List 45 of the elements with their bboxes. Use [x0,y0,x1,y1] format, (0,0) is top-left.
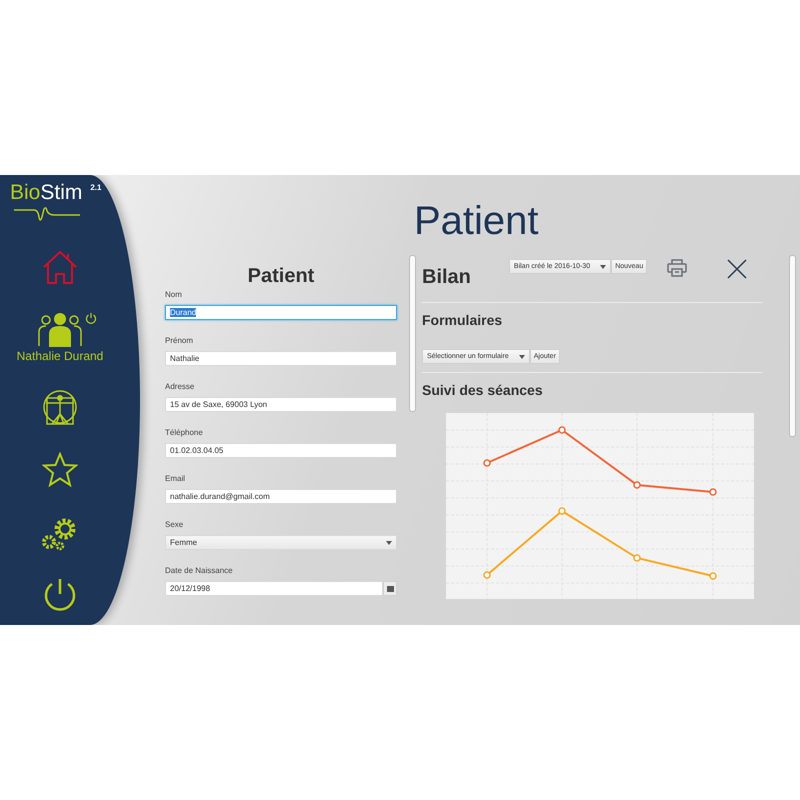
section-title: Formulaires [422,311,504,329]
date-field[interactable]: 20/12/1998 [165,581,383,596]
user-name: Nathalie Durand [16,349,104,363]
human-figure-icon[interactable] [42,390,78,426]
data-point [558,426,566,434]
caret-icon [518,354,525,358]
users-icon[interactable] [37,312,83,348]
field-label: Email [165,474,186,485]
data-point [483,571,491,579]
star-icon[interactable] [42,452,78,488]
data-point [709,572,717,580]
text-field[interactable]: nathalie.durand@gmail.com [165,489,397,504]
field-label: Nom [165,290,183,301]
text-field[interactable]: Nathalie [165,351,397,366]
app-logo: BioStim [10,181,82,205]
form-title: Patient [246,265,316,287]
section-title: Suivi des séances [422,381,544,399]
dropdown[interactable]: Femme [165,535,397,550]
data-point [633,481,641,489]
field-label: Sexe [165,520,184,531]
field-label: Prénom [165,336,194,347]
wave-icon [12,207,82,223]
field-label: Adresse [165,382,196,393]
data-point [633,554,641,562]
scrollbar[interactable] [789,255,796,437]
calendar-button[interactable] [383,581,397,596]
data-point [709,488,717,496]
printer-icon[interactable] [667,259,688,277]
text-field[interactable]: Durand [165,305,397,320]
data-point [483,459,491,467]
data-point [558,507,566,515]
version-label: 2.1 [90,183,102,192]
caret-icon [386,540,392,544]
caret-icon [600,264,606,268]
text-field[interactable]: 15 av de Saxe, 69003 Lyon [165,397,397,412]
text-field[interactable]: 01.02.03.04.05 [165,443,397,458]
close-icon[interactable] [727,259,748,279]
scrollbar[interactable] [409,255,416,412]
field-label: Téléphone [165,428,204,439]
power-icon[interactable] [42,577,78,613]
field-label: Date de Naissance [165,566,234,577]
calendar-icon [386,586,394,592]
power-icon[interactable] [85,312,97,324]
section-title: Bilan [422,265,471,289]
page-title: Patient [414,201,540,241]
